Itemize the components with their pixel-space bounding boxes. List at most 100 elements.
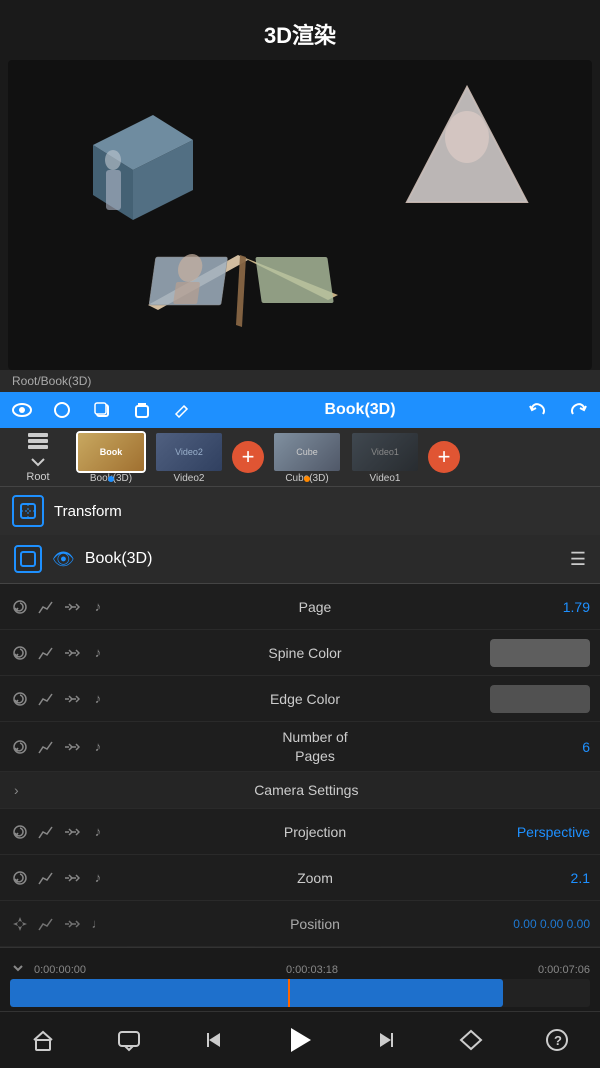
flow-icon-zoom[interactable] [62, 868, 82, 888]
prop-value-zoom[interactable]: 2.1 [510, 870, 590, 886]
camera-section-row[interactable]: › Camera Settings [0, 772, 600, 809]
circle-icon[interactable] [50, 398, 74, 422]
prop-row-page[interactable]: ♪ Page 1.79 [0, 584, 600, 630]
prop-name-projection: Projection [120, 824, 510, 840]
graph-icon-numpages[interactable] [36, 737, 56, 757]
layer-thumb-cube3d[interactable]: Cube [272, 431, 342, 473]
flow-icon-numpages[interactable] [62, 737, 82, 757]
music-icon-position[interactable]: ♩ [88, 914, 108, 934]
transform-label: Transform [54, 503, 122, 520]
flow-icon-page[interactable] [62, 597, 82, 617]
flow-icon-edge[interactable] [62, 689, 82, 709]
music-icon-projection[interactable]: ♪ [88, 822, 108, 842]
prop-row-zoom[interactable]: ♪ Zoom 2.1 [0, 855, 600, 901]
music-icon-spine[interactable]: ♪ [88, 643, 108, 663]
prop-value-numpages[interactable]: 6 [510, 739, 590, 755]
graph-icon-zoom[interactable] [36, 868, 56, 888]
prop-value-position[interactable]: 0.00 0.00 0.00 [510, 917, 590, 931]
play-button[interactable] [282, 1022, 318, 1058]
redo-icon[interactable] [566, 398, 590, 422]
edge-color-swatch[interactable] [490, 685, 590, 713]
layer-label-video2: Video2 [174, 473, 205, 484]
copy-icon[interactable] [90, 398, 114, 422]
graph-icon-projection[interactable] [36, 822, 56, 842]
prop-row-projection[interactable]: ♪ Projection Perspective [0, 809, 600, 855]
props-panel-title: Book(3D) [85, 550, 570, 568]
timeline-playhead[interactable] [288, 979, 290, 1007]
home-button[interactable] [25, 1022, 61, 1058]
props-panel-icon [14, 545, 42, 573]
props-panel: 👁 Book(3D) ☰ ♪ Page 1.79 [0, 535, 600, 947]
timeline-track[interactable] [10, 979, 590, 1007]
layers-nav[interactable]: Root [8, 431, 68, 483]
transform-icon[interactable] [12, 495, 44, 527]
step-forward-button[interactable] [368, 1022, 404, 1058]
reset-icon-projection[interactable] [10, 822, 30, 842]
reset-icon-zoom[interactable] [10, 868, 30, 888]
music-icon-page[interactable]: ♪ [88, 597, 108, 617]
step-back-button[interactable] [196, 1022, 232, 1058]
prop-icons-zoom: ♪ [10, 868, 120, 888]
timeline-time-end: 0:00:07:06 [538, 964, 590, 976]
layer-dot-cube3d [304, 476, 310, 482]
breadcrumb: Root/Book(3D) [0, 370, 600, 392]
graph-icon-page[interactable] [36, 597, 56, 617]
timeline-clip [10, 979, 503, 1007]
prop-name-position: Position [120, 916, 510, 932]
preview-area [8, 60, 592, 370]
flow-icon-spine[interactable] [62, 643, 82, 663]
undo-icon[interactable] [526, 398, 550, 422]
reset-icon-numpages[interactable] [10, 737, 30, 757]
prop-name-zoom: Zoom [120, 870, 510, 886]
prop-value-page[interactable]: 1.79 [510, 599, 590, 615]
prop-icons-spine: ♪ [10, 643, 120, 663]
flow-icon-projection[interactable] [62, 822, 82, 842]
root-label: Root [26, 471, 49, 483]
prop-name-edge: Edge Color [120, 691, 490, 707]
timeline-collapse-icon[interactable] [10, 960, 26, 979]
layer-item-video1[interactable]: Video1 Video1 [350, 431, 420, 484]
delete-icon[interactable] [130, 398, 154, 422]
prop-icons-position: ♩ [10, 914, 120, 934]
music-icon-edge[interactable]: ♪ [88, 689, 108, 709]
reset-icon-spine[interactable] [10, 643, 30, 663]
help-button[interactable]: ? [539, 1022, 575, 1058]
layer-thumb-video1[interactable]: Video1 [350, 431, 420, 473]
diamond-button[interactable] [453, 1022, 489, 1058]
layer-item-cube3d[interactable]: Cube Cube(3D) [272, 431, 342, 484]
reset-icon-position[interactable] [10, 914, 30, 934]
toolbar: Book(3D) [0, 392, 600, 428]
prop-name-spine: Spine Color [120, 645, 490, 661]
graph-icon-spine[interactable] [36, 643, 56, 663]
add-layer-button[interactable]: + [232, 441, 264, 473]
header: 3D渲染 [0, 0, 600, 60]
prop-row-spine-color[interactable]: ♪ Spine Color [0, 630, 600, 676]
menu-icon[interactable]: ☰ [570, 549, 586, 570]
spine-color-swatch[interactable] [490, 639, 590, 667]
triangle-3d-object [397, 82, 537, 222]
music-icon-numpages[interactable]: ♪ [88, 737, 108, 757]
add-layer-button-2[interactable]: + [428, 441, 460, 473]
prop-name-page: Page [120, 599, 510, 615]
graph-icon-edge[interactable] [36, 689, 56, 709]
prop-row-num-pages[interactable]: ♪ Number ofPages 6 [0, 722, 600, 772]
chat-button[interactable] [111, 1022, 147, 1058]
layer-dot-book3d [108, 476, 114, 482]
music-icon-zoom[interactable]: ♪ [88, 868, 108, 888]
toolbar-title: Book(3D) [210, 401, 510, 419]
eye-toggle-icon[interactable]: 👁 [52, 549, 75, 570]
prop-value-projection[interactable]: Perspective [510, 824, 590, 840]
layer-label-video1: Video1 [370, 473, 401, 484]
layer-item-book3d[interactable]: Book Book(3D) [76, 431, 146, 484]
reset-icon-edge[interactable] [10, 689, 30, 709]
edit-icon[interactable] [170, 398, 194, 422]
layer-thumb-book3d[interactable]: Book [76, 431, 146, 473]
flow-icon-position[interactable] [62, 914, 82, 934]
layer-item-video2[interactable]: Video2 Video2 [154, 431, 224, 484]
reset-icon-page[interactable] [10, 597, 30, 617]
layer-thumb-video2[interactable]: Video2 [154, 431, 224, 473]
prop-row-position[interactable]: ♩ Position 0.00 0.00 0.00 [0, 901, 600, 947]
graph-icon-position[interactable] [36, 914, 56, 934]
prop-row-edge-color[interactable]: ♪ Edge Color [0, 676, 600, 722]
eye-icon[interactable] [10, 398, 34, 422]
